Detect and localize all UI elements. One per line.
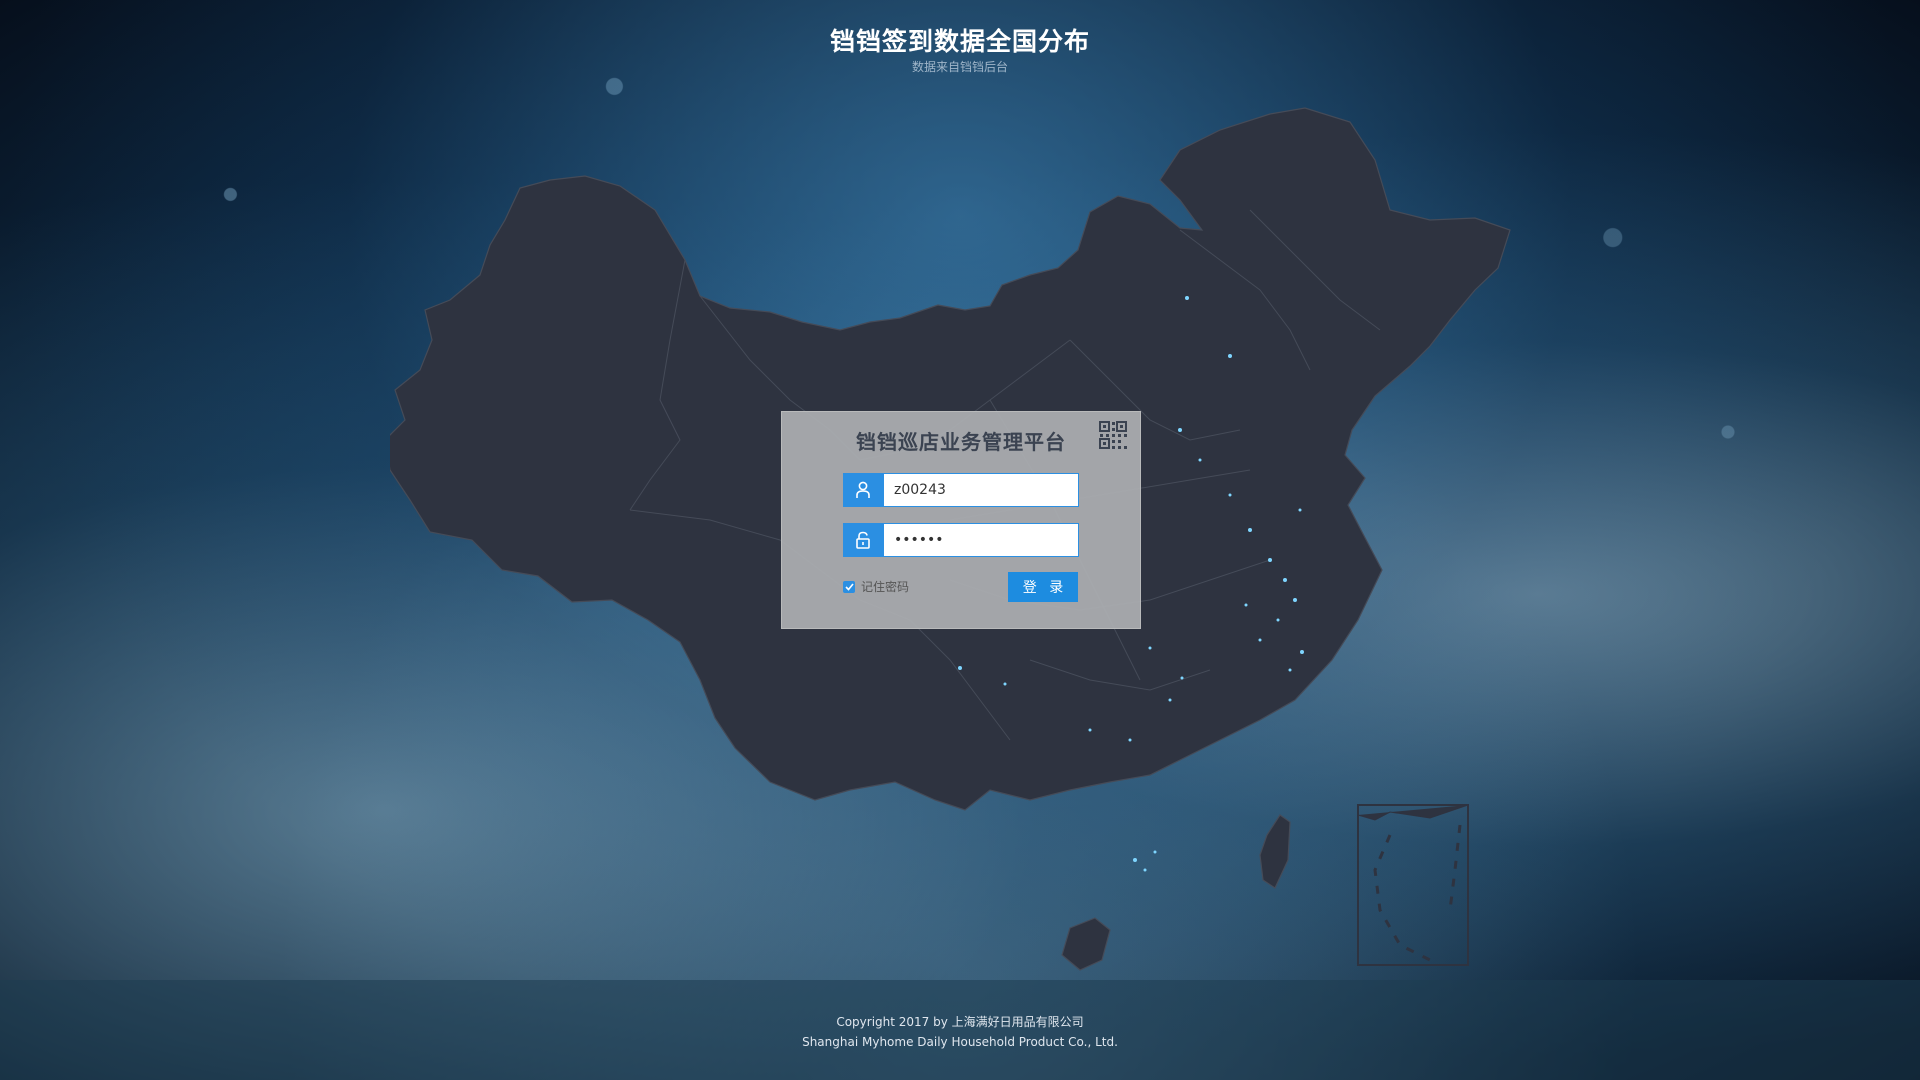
qr-code-icon[interactable] — [1098, 420, 1128, 450]
data-point — [1133, 858, 1137, 862]
data-point — [1258, 638, 1262, 642]
data-point — [1003, 682, 1007, 686]
user-icon — [843, 473, 883, 507]
lock-icon — [843, 523, 883, 557]
footer: Copyright 2017 by 上海满好日用品有限公司 Shanghai M… — [0, 980, 1920, 1080]
username-input[interactable] — [883, 473, 1079, 507]
data-point — [1293, 598, 1297, 602]
data-point — [1283, 578, 1287, 582]
map-taiwan — [1259, 814, 1291, 889]
data-point — [1276, 618, 1280, 622]
company-name: Shanghai Myhome Daily Household Product … — [802, 1035, 1118, 1049]
data-point — [1300, 650, 1304, 654]
data-point — [1298, 508, 1302, 512]
inset-coast — [1357, 804, 1469, 821]
data-point — [1153, 850, 1157, 854]
data-point — [958, 666, 962, 670]
page-title: 铛铛签到数据全国分布 — [829, 27, 1090, 56]
username-row — [843, 473, 1079, 507]
remember-label: 记住密码 — [861, 580, 910, 594]
remember-password[interactable]: 记住密码 — [843, 578, 909, 595]
password-input[interactable] — [883, 523, 1079, 557]
data-point — [1178, 428, 1182, 432]
data-point — [1088, 728, 1092, 732]
login-button[interactable]: 登 录 — [1008, 572, 1078, 602]
data-point — [1248, 528, 1252, 532]
data-point — [1268, 558, 1272, 562]
data-point — [1168, 698, 1172, 702]
login-title: 铛铛巡店业务管理平台 — [856, 430, 1066, 454]
data-point — [1185, 296, 1189, 300]
inset-dashed-line — [1373, 834, 1431, 962]
inset-dashed-line — [1448, 824, 1462, 911]
data-point — [1143, 868, 1147, 872]
data-point — [1148, 646, 1152, 650]
data-point — [1180, 676, 1184, 680]
password-row — [843, 523, 1079, 557]
data-point — [1128, 738, 1132, 742]
check-icon[interactable] — [843, 580, 855, 593]
data-point — [1288, 668, 1292, 672]
data-point — [1198, 458, 1202, 462]
login-panel: 铛铛巡店业务管理平台 z00243 •••••• 记住密码 登 录 — [781, 411, 1141, 629]
south-china-sea-inset — [1357, 804, 1469, 966]
data-point — [1228, 354, 1232, 358]
map-hainan — [1061, 917, 1111, 971]
copyright-text: Copyright 2017 by 上海满好日用品有限公司 — [836, 1015, 1084, 1029]
data-point — [1244, 603, 1248, 607]
page-subtitle: 数据来自铛铛后台 — [911, 60, 1008, 74]
data-point — [1228, 493, 1232, 497]
